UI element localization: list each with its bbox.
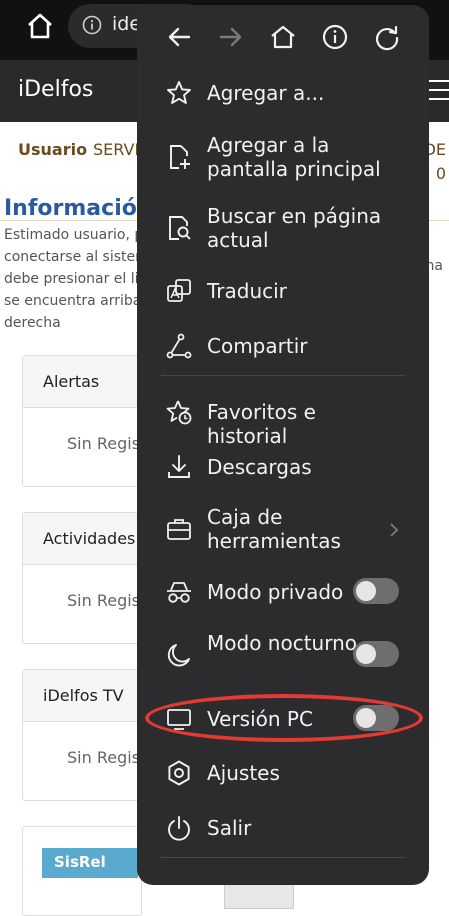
card-actividades: Actividades Sin Regis	[22, 512, 142, 644]
highlight-ellipse	[145, 694, 423, 742]
info-line: derecha	[4, 315, 61, 331]
info-line: se encuentra arriba	[4, 293, 142, 309]
gear-icon	[165, 759, 193, 787]
menu-item-label: Descargas	[207, 455, 312, 479]
sisrel-logo: SisRel	[42, 848, 138, 878]
menu-item-label: Caja de herramientas	[207, 505, 341, 553]
card-alertas: Alertas Sin Regis	[22, 355, 142, 487]
menu-item-label: Agregar a...	[207, 81, 325, 105]
hamburger-menu-icon[interactable]	[427, 80, 449, 100]
forward-icon	[217, 23, 245, 51]
star-icon	[165, 79, 193, 107]
add-to-home-icon	[165, 143, 193, 171]
find-in-page-icon	[165, 214, 193, 242]
card-title: Actividades	[23, 513, 141, 565]
share-icon	[165, 332, 193, 360]
menu-divider	[161, 375, 405, 376]
home-icon[interactable]	[24, 10, 56, 42]
menu-divider	[161, 857, 405, 858]
menu-item-label: Buscar en página actual	[207, 204, 382, 252]
card-body: Sin Regis	[67, 591, 141, 610]
nav-servicios[interactable]: SERVI	[93, 140, 139, 159]
browser-menu: Agregar a... Agregar a la pantalla princ…	[137, 5, 429, 885]
card-title: Alertas	[23, 356, 141, 408]
menu-item-label: Compartir	[207, 334, 308, 358]
card-body: Sin Regis	[67, 748, 141, 767]
info-text: Estimado usuario, p conectarse al sistem…	[4, 224, 149, 334]
menu-toolbar	[137, 15, 429, 57]
menu-item-label: Salir	[207, 816, 252, 840]
site-brand[interactable]: iDelfos	[18, 77, 93, 102]
info-icon[interactable]	[82, 15, 102, 35]
modo-privado-toggle[interactable]	[353, 578, 399, 604]
reload-icon[interactable]	[373, 23, 401, 51]
nav-right-number: 0	[435, 164, 446, 183]
info-line: conectarse al sistem	[4, 249, 149, 265]
card-idelfos-tv: iDelfos TV Sin Regis	[22, 669, 142, 801]
menu-item-label: Traducir	[207, 279, 287, 303]
download-icon	[165, 453, 193, 481]
nav-usuario[interactable]: Usuario	[18, 140, 87, 159]
back-icon[interactable]	[165, 23, 193, 51]
incognito-icon	[165, 578, 193, 606]
chevron-right-icon	[387, 521, 401, 539]
info-icon[interactable]	[321, 23, 349, 51]
translate-icon	[165, 277, 193, 305]
menu-item-label: Ajustes	[207, 761, 280, 785]
favorites-icon	[165, 398, 193, 426]
ad-image	[224, 882, 294, 909]
modo-nocturno-toggle[interactable]	[353, 641, 399, 667]
info-line: debe presionar el lir	[4, 271, 145, 287]
info-line: Estimado usuario, p	[4, 227, 144, 243]
menu-item-label: Agregar a la pantalla principal	[207, 133, 381, 181]
card-body: Sin Regis	[67, 434, 141, 453]
card-title: iDelfos TV	[23, 670, 141, 722]
home-icon[interactable]	[269, 23, 297, 51]
moon-icon	[165, 641, 193, 669]
power-icon	[165, 814, 193, 842]
menu-item-label: Favoritos e historial	[207, 400, 316, 448]
toolbox-icon	[165, 515, 193, 543]
info-title: Información	[4, 196, 153, 221]
